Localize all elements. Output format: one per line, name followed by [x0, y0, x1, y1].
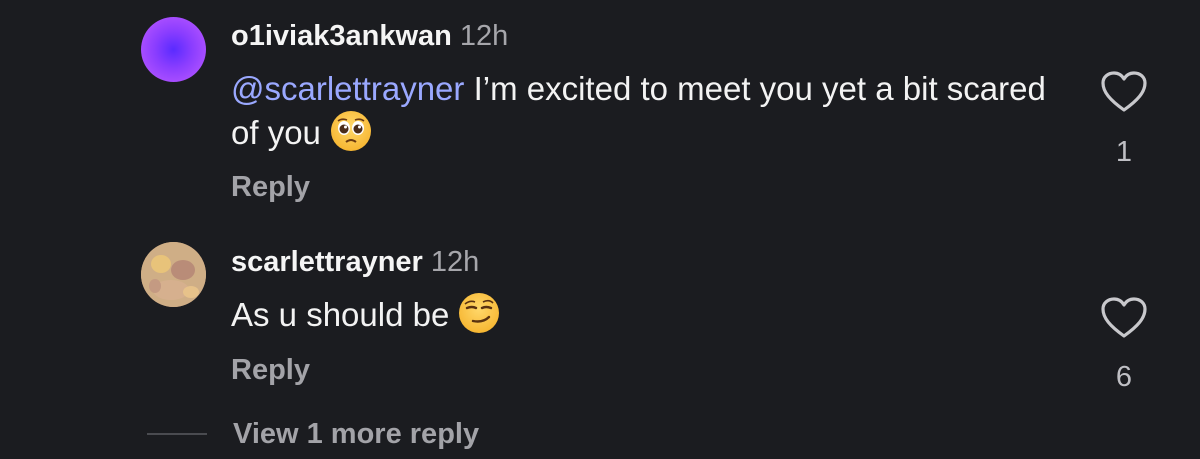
timestamp: 12h	[430, 246, 480, 278]
reply-button[interactable]: Reply	[231, 171, 310, 204]
pleading-face-emoji	[330, 111, 371, 151]
comment: o1iviak3ankwan 12h @scarlettrayner I’m ex…	[0, 0, 1200, 230]
comment-body: As u should be	[231, 296, 450, 333]
comment-text: @scarlettrayner I’m excited to meet you …	[231, 67, 1071, 155]
timestamp: 12h	[459, 20, 509, 52]
like-count: 6	[1115, 361, 1133, 393]
comment-text: As u should be	[231, 293, 1071, 337]
divider-line	[147, 433, 207, 435]
comment-meta: o1iviak3ankwan 12h	[231, 19, 508, 53]
like-count: 1	[1115, 136, 1133, 168]
comment: scarlettrayner 12h As u should be Reply 6	[0, 230, 1200, 410]
username[interactable]: o1iviak3ankwan	[231, 20, 452, 52]
avatar[interactable]	[141, 242, 206, 307]
heart-outline-icon[interactable]	[1100, 296, 1148, 340]
avatar[interactable]	[141, 17, 206, 82]
heart-outline-icon[interactable]	[1100, 70, 1148, 114]
smirking-face-emoji	[459, 293, 500, 333]
view-more-replies-label[interactable]: View 1 more reply	[233, 418, 479, 451]
mention-link[interactable]: @scarlettrayner	[231, 70, 464, 107]
reply-button[interactable]: Reply	[231, 354, 310, 387]
comment-meta: scarlettrayner 12h	[231, 245, 479, 279]
username[interactable]: scarlettrayner	[231, 246, 423, 278]
view-more-replies[interactable]: View 1 more reply	[147, 414, 479, 454]
